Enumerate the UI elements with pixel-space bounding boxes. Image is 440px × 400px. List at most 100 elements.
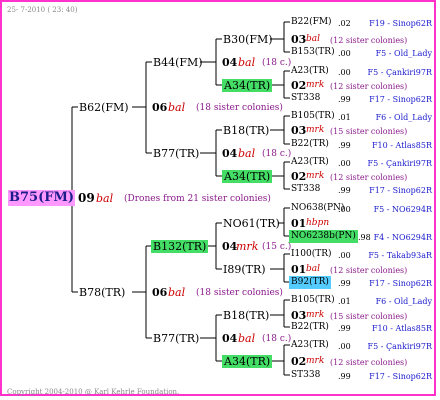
gen3-race: mrk <box>306 125 325 135</box>
gen4-value: .02 <box>338 19 351 28</box>
gen2-gen: 04 <box>222 147 238 160</box>
gen4-node[interactable]: B105(TR) <box>291 294 335 307</box>
gen4-value: .99 <box>338 95 351 104</box>
gen3-node[interactable]: A34(TR) <box>222 355 273 368</box>
gen4-value: .01 <box>338 297 351 306</box>
gen3-note: (12 sister colonies) <box>330 82 408 91</box>
gen3-gen: 01 <box>291 217 307 230</box>
gen3-node[interactable]: NO61(TR) <box>223 217 280 230</box>
gen4-node[interactable]: B22(TR) <box>291 321 329 334</box>
gen4-value: .01 <box>338 113 351 122</box>
gen3-note: (12 sister colonies) <box>330 36 408 45</box>
sire-gen: 06 <box>152 101 168 114</box>
gen3-gen: 03 <box>291 124 307 137</box>
gen4-value: .99 <box>338 372 351 381</box>
gen3-race: bal <box>306 34 321 44</box>
gen4-source: F5 - NO6294R <box>373 205 432 214</box>
gen2-note: (18 c.) <box>262 58 292 68</box>
gen4-source: F5 - Çankiri97R <box>367 68 432 77</box>
copyright: Copyright 2004-2010 @ Karl Kehrle Founda… <box>7 388 180 396</box>
root-gen: 09 <box>78 191 95 205</box>
gen4-source: F5 - Çankiri97R <box>367 342 432 351</box>
gen4-value: .00 <box>338 342 351 351</box>
gen2-race: bal <box>238 332 256 345</box>
gen3-note: (15 sister colonies) <box>330 127 408 136</box>
gen2-node[interactable]: B77(TR) <box>153 332 199 345</box>
gen3-race: mrk <box>306 171 325 181</box>
gen4-node[interactable]: NO6238b(PN) <box>289 230 358 243</box>
gen2-node[interactable]: B132(TR) <box>151 240 209 253</box>
gen2-node[interactable]: B77(TR) <box>153 147 199 160</box>
gen3-race: hbpn <box>306 218 330 228</box>
sire-note: (18 sister colonies) <box>196 103 283 113</box>
gen3-node[interactable]: A34(TR) <box>222 79 273 92</box>
gen4-source: F19 - Sinop62R <box>369 19 432 28</box>
root-race: bal <box>96 192 114 205</box>
gen2-race: bal <box>238 147 256 160</box>
gen4-node[interactable]: B22(TR) <box>291 138 329 151</box>
gen4-value: .99 <box>338 141 351 150</box>
gen2-race: bal <box>238 56 256 69</box>
gen4-source: F17 - Sinop62R <box>369 279 432 288</box>
gen4-source: F10 - Atlas85R <box>371 141 432 150</box>
gen4-source: F17 - Sinop62R <box>369 372 432 381</box>
gen4-node[interactable]: B92(TR) <box>289 276 331 289</box>
sire-race: bal <box>168 101 186 114</box>
gen4-node[interactable]: ST338 <box>291 369 320 382</box>
root-note: (Drones from 21 sister colonies) <box>124 194 271 204</box>
gen4-value: .00 <box>338 159 351 168</box>
gen3-node[interactable]: B18(TR) <box>223 124 269 137</box>
gen4-value: .99 <box>338 279 351 288</box>
gen4-node[interactable]: ST338 <box>291 92 320 105</box>
gen2-note: (18 c.) <box>262 334 292 344</box>
gen3-node[interactable]: I89(TR) <box>223 263 266 276</box>
gen4-source: F4 - NO6294R <box>373 233 432 242</box>
gen4-source: F5 - Çankiri97R <box>367 159 432 168</box>
gen3-note: (12 sister colonies) <box>330 266 408 275</box>
gen4-source: F17 - Sinop62R <box>369 95 432 104</box>
gen3-gen: 02 <box>291 170 307 183</box>
gen3-race: mrk <box>306 80 325 90</box>
gen3-node[interactable]: A34(TR) <box>222 170 273 183</box>
gen4-value: .99 <box>338 186 351 195</box>
gen4-node[interactable]: A23(TR) <box>291 156 329 169</box>
gen4-node[interactable]: I100(TR) <box>291 248 332 261</box>
gen4-value: .98 <box>358 233 371 242</box>
gen4-node[interactable]: NO638(PN) <box>291 202 344 215</box>
sire-node[interactable]: B62(FM) <box>79 101 129 114</box>
gen3-race: mrk <box>306 356 325 366</box>
gen3-gen: 02 <box>291 355 307 368</box>
dam-note: (18 sister colonies) <box>196 288 283 298</box>
gen4-source: F17 - Sinop62R <box>369 186 432 195</box>
gen4-source: F6 - Old_Lady <box>375 297 432 306</box>
dam-node[interactable]: B78(TR) <box>79 286 125 299</box>
dam-race: bal <box>168 286 186 299</box>
gen3-node[interactable]: B18(TR) <box>223 309 269 322</box>
gen3-node[interactable]: B30(FM) <box>223 33 273 46</box>
gen3-gen: 01 <box>291 263 307 276</box>
gen2-note: (18 c.) <box>262 149 292 159</box>
gen4-value: .00 <box>338 251 351 260</box>
gen2-node[interactable]: B44(FM) <box>153 56 203 69</box>
gen4-node[interactable]: A23(TR) <box>291 65 329 78</box>
gen2-gen: 04 <box>222 56 238 69</box>
gen3-gen: 03 <box>291 33 307 46</box>
gen4-node[interactable]: B153(TR) <box>291 46 335 59</box>
gen4-node[interactable]: A23(TR) <box>291 339 329 352</box>
gen2-note: (15 c.) <box>262 242 292 252</box>
gen2-race: mrk <box>236 240 259 253</box>
gen3-race: bal <box>306 264 321 274</box>
gen4-source: F5 - Old_Lady <box>375 49 432 58</box>
gen4-source: F10 - Atlas85R <box>371 324 432 333</box>
timestamp: 25- 7-2010 ( 23: 40) <box>7 6 78 14</box>
gen3-gen: 02 <box>291 79 307 92</box>
gen4-node[interactable]: B22(FM) <box>291 16 332 29</box>
gen4-node[interactable]: B105(TR) <box>291 110 335 123</box>
root-queen[interactable]: B75(FM) <box>8 190 75 206</box>
gen4-source: F6 - Old_Lady <box>375 113 432 122</box>
gen4-node[interactable]: ST338 <box>291 183 320 196</box>
gen4-value: .99 <box>338 324 351 333</box>
gen4-value: .00 <box>338 205 351 214</box>
gen4-value: .00 <box>338 68 351 77</box>
dam-gen: 06 <box>152 286 168 299</box>
